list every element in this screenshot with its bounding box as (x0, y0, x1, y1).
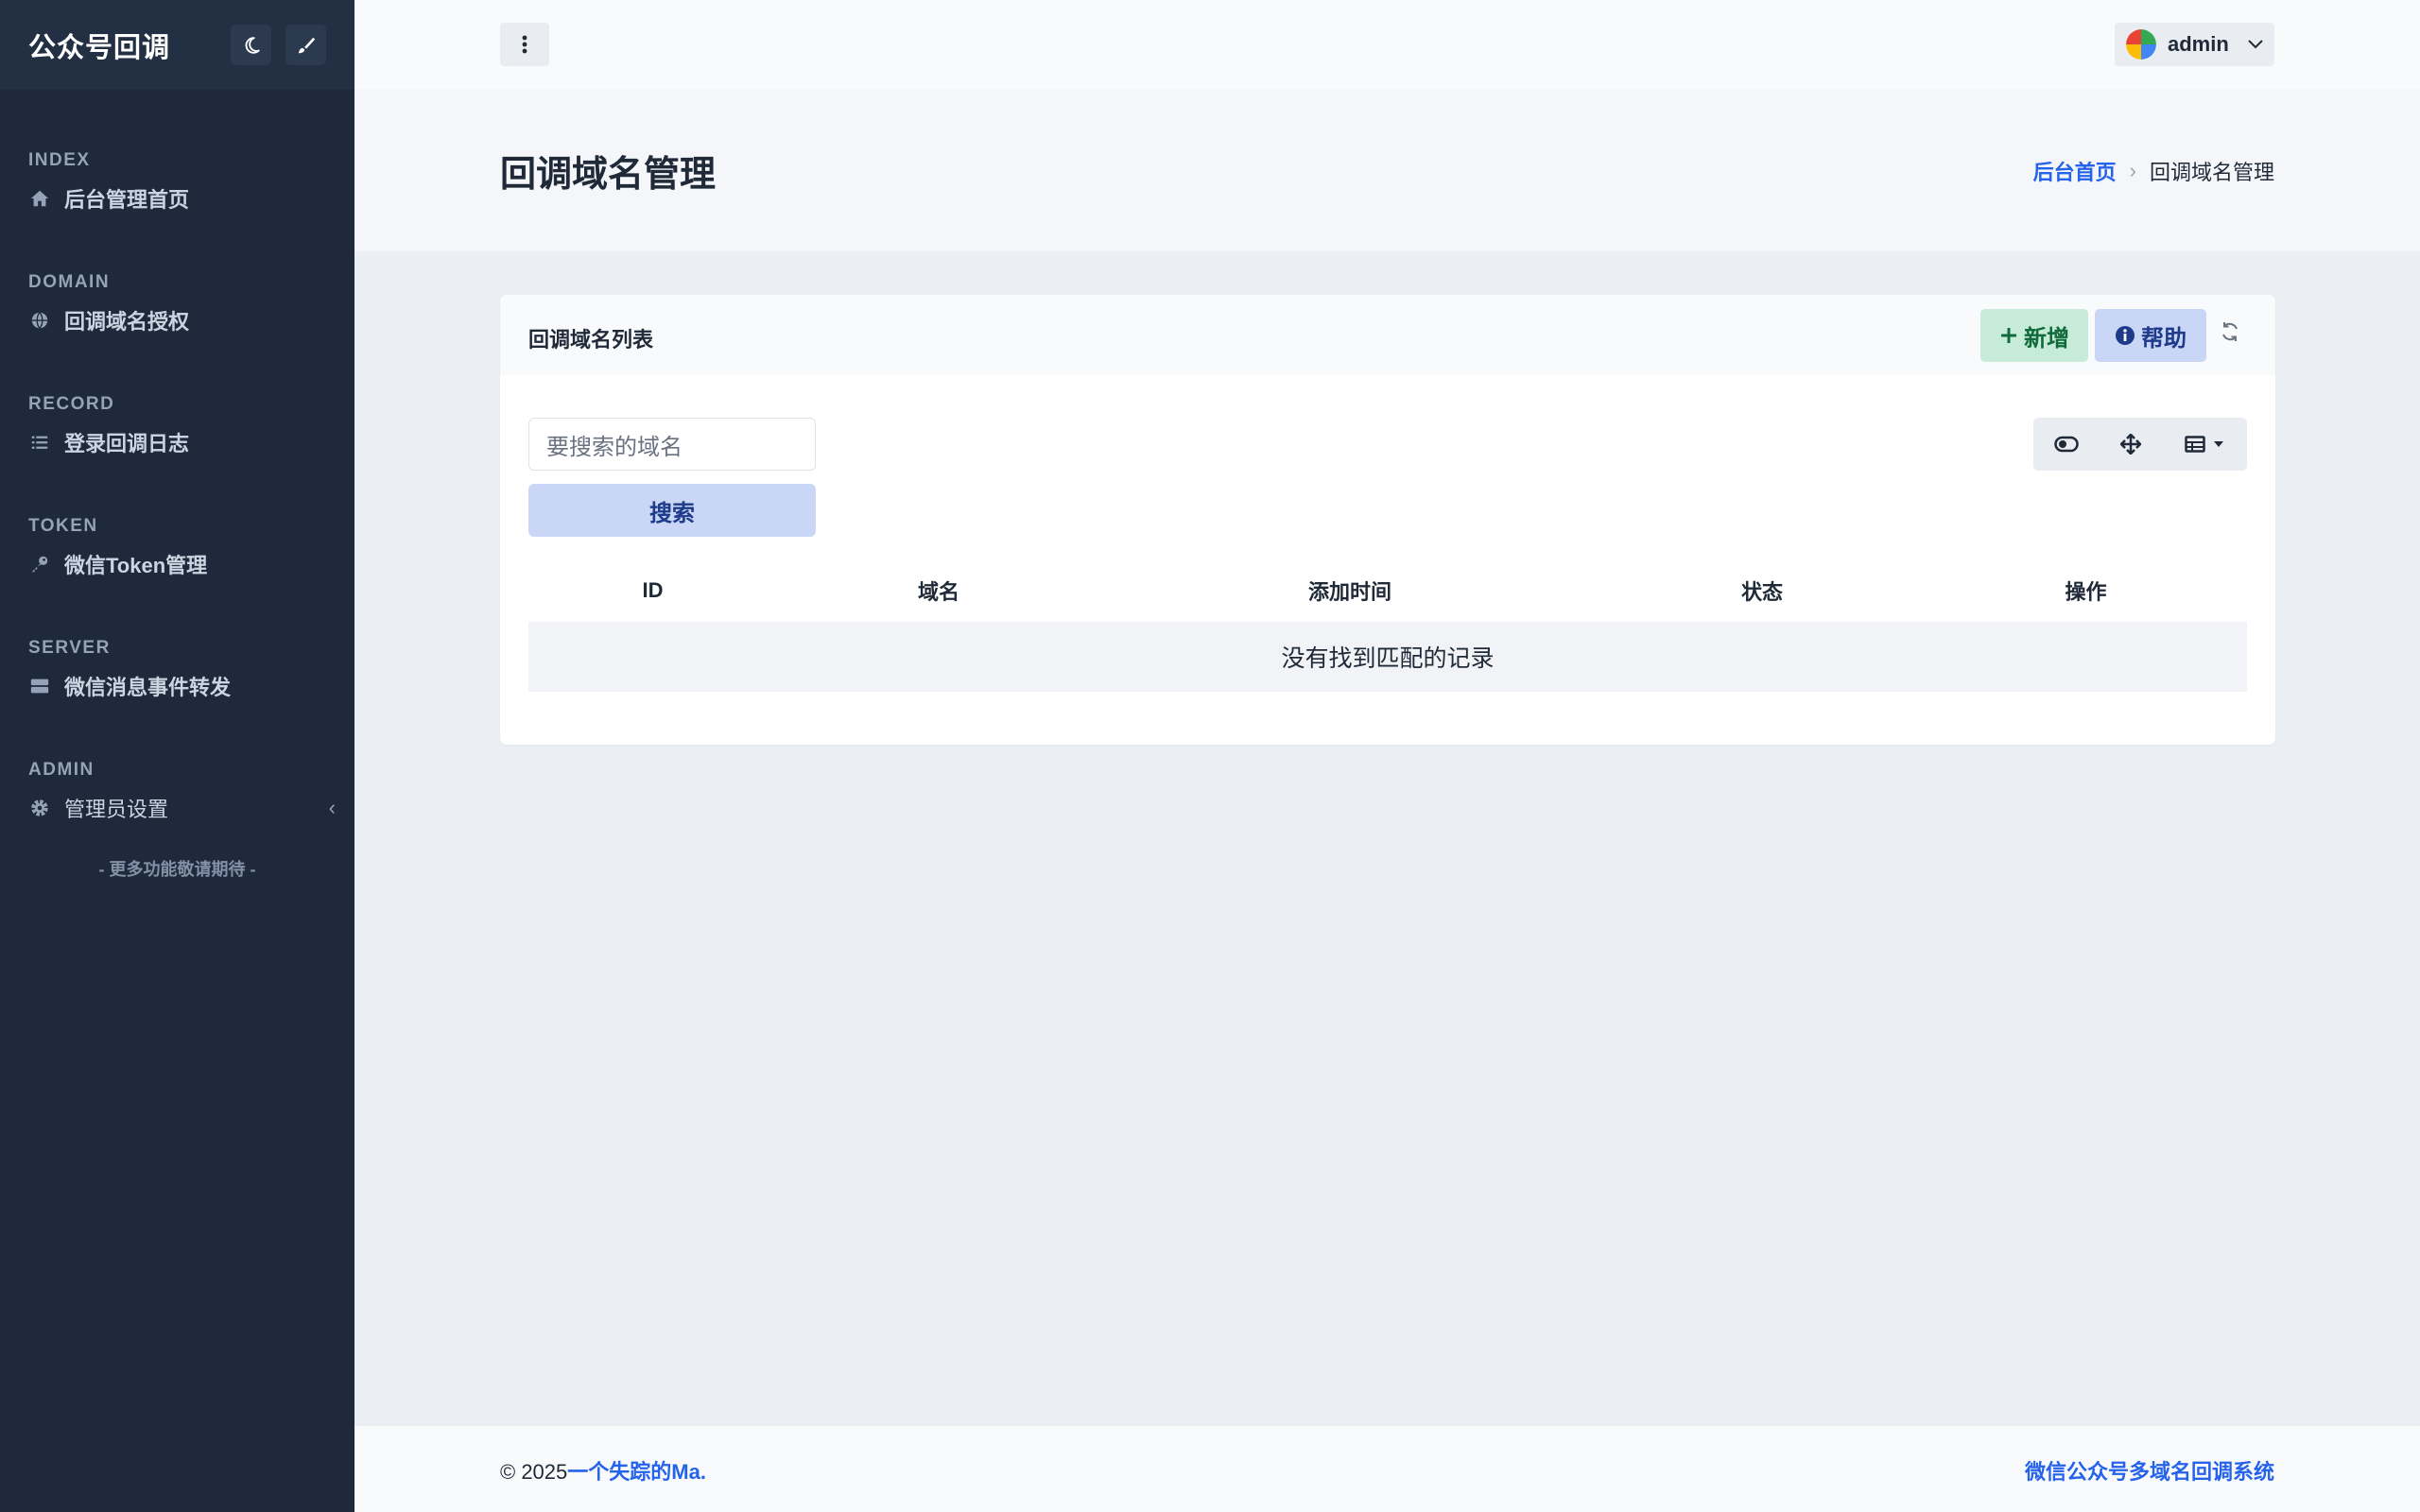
info-icon (2116, 326, 2135, 345)
system-name-link[interactable]: 微信公众号多域名回调系统 (2025, 1455, 2274, 1486)
sidebar-header: 公众号回调 (0, 0, 354, 90)
nav-section-record: RECORD 登录回调日志 (0, 392, 354, 468)
sidebar-item-label: 回调域名授权 (64, 310, 190, 334)
dark-mode-toggle[interactable] (231, 25, 271, 65)
globe-icon (28, 309, 51, 332)
user-name: admin (2168, 32, 2229, 56)
sidebar-item-message-forward[interactable]: 微信消息事件转发 (28, 661, 354, 712)
sidebar-item-label: 微信Token管理 (64, 554, 208, 577)
nav-section-token: TOKEN 微信Token管理 (0, 514, 354, 590)
more-features-note: - 更多功能敬请期待 - (98, 860, 256, 879)
moon-icon (245, 36, 260, 54)
table-icon (2185, 436, 2205, 453)
nav-heading: TOKEN (28, 516, 98, 536)
plus-icon (2001, 328, 2016, 343)
sidebar-item-admin-settings[interactable]: 管理员设置 ‹ (28, 782, 354, 833)
card-title: 回调域名列表 (528, 328, 654, 352)
fullscreen-button[interactable] (2100, 418, 2162, 471)
table-header-row: ID 域名 添加时间 状态 操作 (528, 559, 2247, 622)
column-header-actions[interactable]: 操作 (1925, 576, 2247, 606)
avatar (2126, 29, 2156, 60)
chevron-left-icon: ‹ (328, 796, 336, 819)
breadcrumb-home-link[interactable]: 后台首页 (2033, 156, 2117, 186)
sidebar-item-label: 微信消息事件转发 (64, 676, 232, 699)
author-link[interactable]: 一个失踪的Ma. (567, 1460, 706, 1484)
help-button-label: 帮助 (2141, 325, 2187, 352)
add-button-label: 新增 (2024, 325, 2069, 352)
sidebar-item-domain-auth[interactable]: 回调域名授权 (28, 295, 354, 346)
topbar: admin (354, 0, 2420, 90)
sidebar-item-label: 管理员设置 (64, 798, 169, 821)
page-title: 回调域名管理 (500, 155, 717, 195)
refresh-icon (2222, 322, 2238, 341)
caret-down-icon (2214, 441, 2223, 447)
sidebar-item-login-log[interactable]: 登录回调日志 (28, 417, 354, 468)
key-icon (28, 553, 51, 576)
breadcrumb-separator-icon: › (2129, 159, 2136, 182)
nav-section-server: SERVER 微信消息事件转发 (0, 636, 354, 712)
sidebar-item-token[interactable]: 微信Token管理 (28, 539, 354, 590)
list-icon (28, 431, 51, 454)
domain-list-card: 回调域名列表 新增 帮助 要搜索的域名 搜索 ID 域名 添加时间 状态 操作 … (500, 295, 2275, 745)
page-header: 回调域名管理 后台首页 › 回调域名管理 (354, 90, 2420, 251)
chevron-down-icon (2248, 40, 2263, 49)
nav-section-domain: DOMAIN 回调域名授权 (0, 270, 354, 346)
brush-icon (298, 37, 315, 53)
footer-copyright: © 2025一个失踪的Ma. (500, 1455, 706, 1486)
more-menu-button[interactable] (500, 23, 549, 66)
server-icon (28, 675, 51, 697)
column-header-added-time[interactable]: 添加时间 (1100, 576, 1599, 606)
help-button[interactable]: 帮助 (2095, 309, 2206, 362)
search-button[interactable]: 搜索 (528, 484, 816, 537)
nav-heading: RECORD (28, 394, 115, 414)
nav-heading: INDEX (28, 150, 91, 170)
nav-section-index: INDEX 后台管理首页 (0, 148, 354, 224)
brand-title: 公众号回调 (28, 32, 171, 63)
user-menu-button[interactable]: admin (2115, 23, 2274, 66)
column-header-domain[interactable]: 域名 (777, 576, 1100, 606)
toggle-view-button[interactable] (2033, 418, 2100, 471)
vertical-dots-icon (522, 35, 527, 54)
refresh-button[interactable] (2215, 317, 2245, 347)
domain-search-input[interactable]: 要搜索的域名 (528, 418, 816, 471)
breadcrumb: 后台首页 › 回调域名管理 (2033, 156, 2274, 186)
sidebar-nav: INDEX 后台管理首页 DOMAIN 回调域名授权 RECORD 登录回调日志… (0, 90, 354, 881)
empty-table-message: 没有找到匹配的记录 (528, 622, 2247, 692)
theme-brush-button[interactable] (285, 25, 326, 65)
gear-icon (28, 797, 51, 819)
add-button[interactable]: 新增 (1980, 309, 2088, 362)
nav-heading: ADMIN (28, 760, 95, 780)
sidebar-item-label: 登录回调日志 (64, 432, 190, 455)
nav-section-admin: ADMIN 管理员设置 ‹ (0, 758, 354, 833)
sidebar: 公众号回调 INDEX 后台管理首页 DOMAIN 回调域名授权 RECORD (0, 0, 354, 1512)
breadcrumb-current: 回调域名管理 (2149, 161, 2274, 184)
arrows-move-icon (2120, 434, 2141, 455)
nav-heading: DOMAIN (28, 272, 111, 292)
copyright-text: © 2025 (500, 1460, 568, 1484)
sidebar-item-label: 后台管理首页 (64, 188, 190, 212)
domain-table: ID 域名 添加时间 状态 操作 没有找到匹配的记录 (528, 559, 2247, 692)
nav-heading: SERVER (28, 638, 111, 658)
column-header-id[interactable]: ID (528, 578, 777, 603)
home-icon (28, 187, 51, 210)
sidebar-item-home[interactable]: 后台管理首页 (28, 173, 354, 224)
column-header-status[interactable]: 状态 (1599, 576, 1925, 606)
footer: © 2025一个失踪的Ma. 微信公众号多域名回调系统 (354, 1426, 2420, 1512)
toggle-icon (2054, 436, 2079, 453)
card-header: 回调域名列表 新增 帮助 (500, 295, 2275, 375)
table-toolbar (2033, 418, 2247, 471)
columns-dropdown-button[interactable] (2162, 418, 2247, 471)
